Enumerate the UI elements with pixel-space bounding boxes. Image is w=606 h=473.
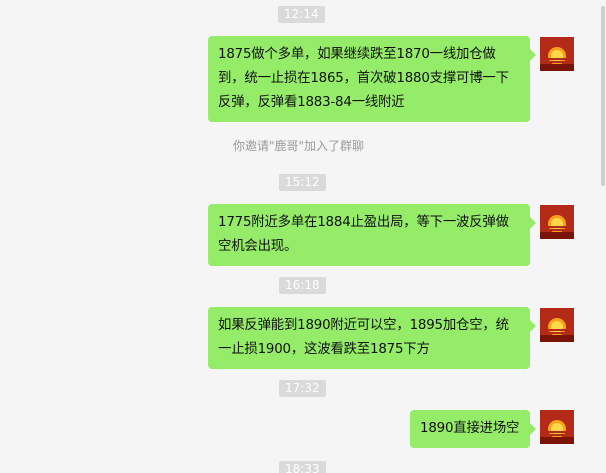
timestamp: 18:33: [279, 461, 326, 473]
system-notice: 你邀请"鹿哥"加入了群聊: [233, 139, 365, 153]
timestamp: 12:14: [278, 6, 325, 23]
sunset-avatar-icon[interactable]: [540, 308, 574, 342]
timestamp: 17:32: [279, 380, 326, 397]
message-bubble[interactable]: 1890直接进场空: [410, 410, 536, 448]
chat-window: 12:14 1875做个多单，如果继续跌至1870一线加仓做到，统一止损在186…: [0, 0, 606, 473]
sunset-avatar-icon[interactable]: [540, 410, 574, 444]
timestamp: 15:12: [279, 174, 326, 191]
message-bubble[interactable]: 1775附近多单在1884止盈出局，等下一波反弹做空机会出现。: [208, 204, 536, 266]
message-bubble[interactable]: 1875做个多单，如果继续跌至1870一线加仓做到，统一止损在1865，首次破1…: [208, 36, 536, 122]
sunset-avatar-icon[interactable]: [540, 37, 574, 71]
timestamp: 16:18: [279, 277, 326, 294]
sunset-avatar-icon[interactable]: [540, 205, 574, 239]
scrollbar-thumb[interactable]: [601, 6, 605, 186]
message-bubble[interactable]: 如果反弹能到1890附近可以空，1895加仓空，统一止损1900，这波看跌至18…: [208, 307, 536, 369]
scrollbar[interactable]: [600, 0, 606, 473]
